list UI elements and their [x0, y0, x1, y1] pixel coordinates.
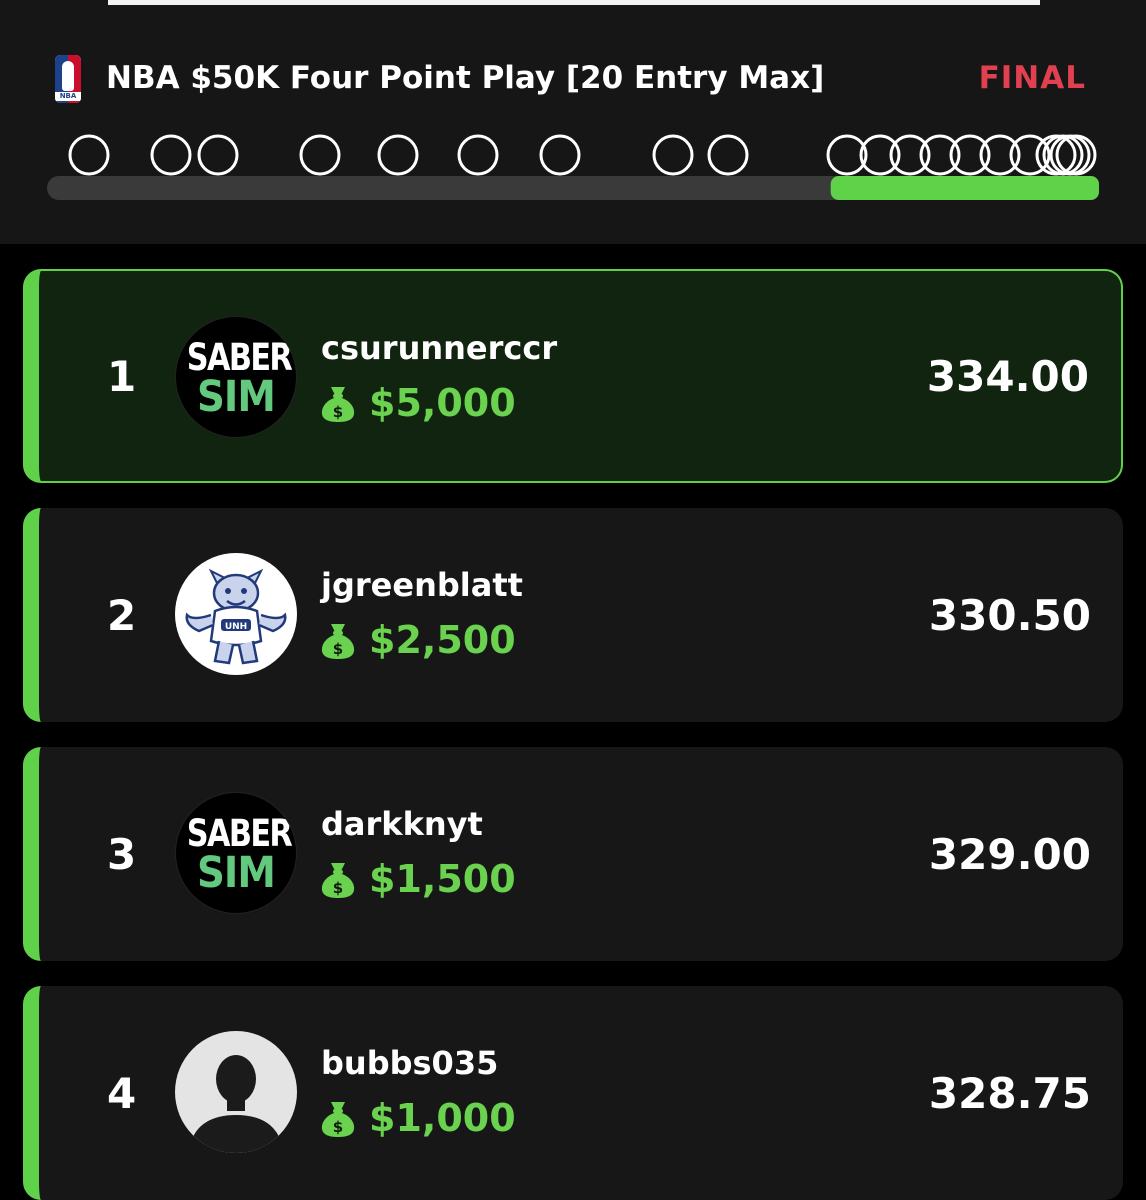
avatar: SABER SIM [175, 792, 297, 914]
game-marker [979, 134, 1021, 176]
username[interactable]: darkknyt [321, 803, 483, 845]
rank-number: 4 [107, 1068, 137, 1118]
game-progress-tracker [47, 134, 1099, 200]
fantasy-score: 329.00 [928, 829, 1091, 879]
contest-title[interactable]: NBA $50K Four Point Play [20 Entry Max] [106, 56, 824, 100]
prize-amount: $2,500 [369, 618, 516, 662]
svg-text:$: $ [333, 1118, 343, 1136]
game-marker [889, 134, 931, 176]
svg-text:$: $ [333, 640, 343, 658]
prize: $ $2,500 [319, 616, 516, 664]
username[interactable]: jgreenblatt [321, 564, 523, 606]
top-divider-strip [108, 0, 1040, 5]
rank-number: 2 [107, 590, 137, 640]
leaderboard-row[interactable]: 4 bubbs035 $ $1,000 328.75 [23, 986, 1123, 1200]
prize: $ $1,000 [319, 1094, 516, 1142]
username[interactable]: bubbs035 [321, 1042, 498, 1084]
game-marker [377, 134, 419, 176]
contest-header: NBA NBA $50K Four Point Play [20 Entry M… [0, 0, 1146, 244]
rank-number: 1 [107, 351, 137, 401]
prize-amount: $1,000 [369, 1096, 516, 1140]
prize-amount: $1,500 [369, 857, 516, 901]
mascot-badge-text: UNH [225, 622, 247, 632]
game-marker [457, 134, 499, 176]
game-markers [68, 134, 1097, 176]
rank-number: 3 [107, 829, 137, 879]
avatar: SABER SIM [175, 316, 297, 438]
nba-logo-icon: NBA [55, 55, 81, 103]
game-marker [68, 134, 110, 176]
avatar-logo-text: SIM [196, 372, 276, 422]
wildcat-mascot-icon: UNH [185, 568, 287, 665]
game-marker [299, 134, 341, 176]
game-marker [949, 134, 991, 176]
money-bag-icon: $ [321, 387, 355, 422]
leaderboard-row[interactable]: 1 SABER SIM csurunnerccr $ $5,000 334.00 [23, 269, 1123, 483]
game-marker [539, 134, 581, 176]
user-silhouette-icon [189, 1055, 283, 1153]
svg-text:$: $ [333, 879, 343, 897]
money-bag-icon: $ [321, 863, 355, 898]
fantasy-score: 328.75 [928, 1068, 1091, 1118]
game-marker [707, 134, 749, 176]
money-bag-icon: $ [321, 624, 355, 659]
prize: $ $5,000 [319, 379, 516, 427]
money-bag-icon: $ [321, 1102, 355, 1137]
game-marker [197, 134, 239, 176]
username[interactable]: csurunnerccr [321, 327, 557, 369]
contest-status-badge: FINAL [978, 60, 1086, 96]
fantasy-score: 334.00 [926, 351, 1089, 401]
game-marker [652, 134, 694, 176]
avatar [175, 1031, 297, 1153]
prize: $ $1,500 [319, 855, 516, 903]
fantasy-score: 330.50 [928, 590, 1091, 640]
leaderboard-row[interactable]: 3 SABER SIM darkknyt $ $1,500 329.00 [23, 747, 1123, 961]
game-marker [919, 134, 961, 176]
progress-fill [830, 176, 1099, 200]
avatar-logo-text: SIM [196, 848, 276, 898]
svg-text:$: $ [333, 403, 343, 421]
game-marker [150, 134, 192, 176]
leaderboard-row[interactable]: 2 UNH jgreenblatt $ $2,500 330.50 [23, 508, 1123, 722]
avatar: UNH [175, 553, 297, 675]
prize-amount: $5,000 [369, 381, 516, 425]
